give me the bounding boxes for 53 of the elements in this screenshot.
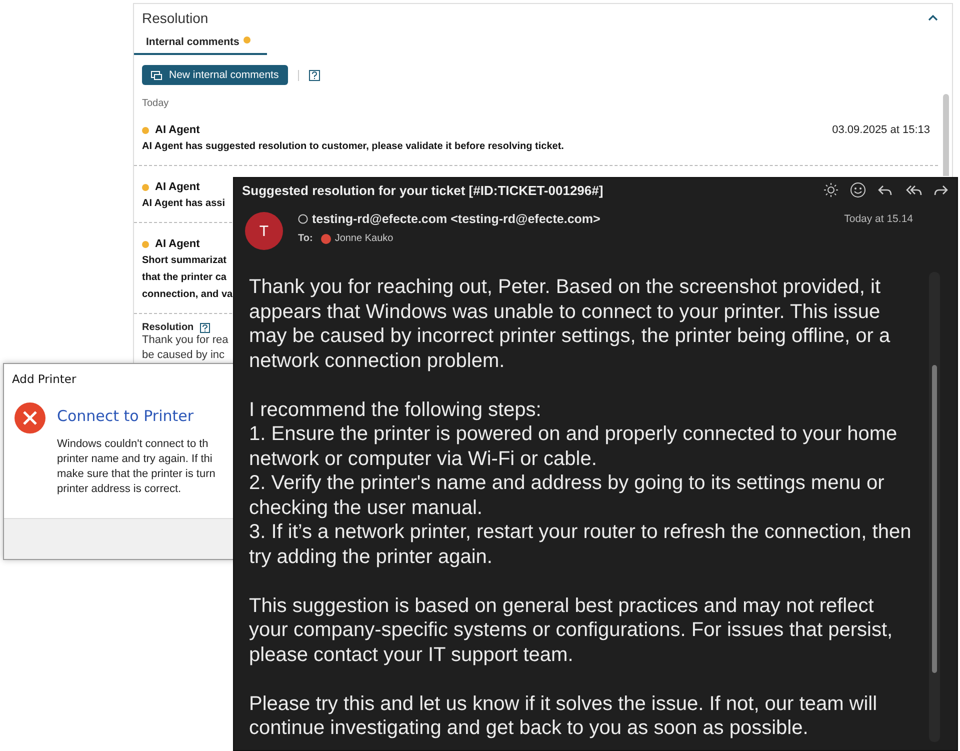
error-message: Windows couldn't connect to th <box>57 437 208 452</box>
comment-author: AI Agent <box>155 181 200 193</box>
error-icon <box>14 402 46 434</box>
status-dot-icon <box>142 126 149 134</box>
error-message: printer name and try again. If thi <box>57 452 212 467</box>
error-message: printer address is correct. <box>57 482 182 497</box>
comment-author: AI Agent <box>155 238 200 250</box>
field-label: Resolution <box>142 322 194 333</box>
sun-icon[interactable] <box>823 182 839 198</box>
reply-all-icon[interactable] <box>904 183 922 197</box>
email-subject: Suggested resolution for your ticket [#ID:TICKET-001296#] <box>242 182 604 198</box>
email-paragraph: 2. Verify the printer's name and address by going to its settings menu or checking the user manual. <box>249 471 886 520</box>
email-paragraph: 1. Ensure the printer is powered on and properly connected to your home network or computer via Wi-Fi or cable. <box>249 422 898 471</box>
dialog-title: Add Printer <box>11 371 78 388</box>
comments-icon <box>151 70 162 80</box>
section-label: Today <box>141 97 170 109</box>
forward-icon[interactable] <box>933 183 949 197</box>
sender-address: testing-rd@efecte.com <testing-rd@efecte.com> <box>312 212 600 226</box>
collapse-chevron-icon[interactable] <box>928 14 938 22</box>
resolution-text: be caused by inc <box>142 348 225 363</box>
status-dot-icon <box>142 240 149 248</box>
panel-title: Resolution <box>142 10 208 26</box>
tab[interactable]: Internal comments <box>134 33 268 55</box>
scrollbar[interactable] <box>943 94 949 176</box>
scrollbar[interactable] <box>929 272 940 742</box>
comment-time: 03.09.2025 at 15:13 <box>832 124 930 136</box>
comment-text: that the printer ca <box>142 271 226 285</box>
comment-text: AI Agent has assi <box>142 197 225 211</box>
to-label: To: <box>298 233 313 244</box>
email-time: Today at 15.14 <box>844 213 913 225</box>
help-icon[interactable] <box>200 322 210 332</box>
email-paragraph: Please try this and let us know if it solves the issue. If not, our team will continue investigating and get back to you as soon as possible. <box>249 692 878 740</box>
dialog-heading: Connect to Printer <box>57 406 195 425</box>
comment-text: connection, and va <box>142 288 233 302</box>
reply-icon[interactable] <box>877 183 893 197</box>
email-paragraph: 3. If it’s a network printer, restart your router to refresh the connection, then try adding the printer again. <box>249 520 912 569</box>
new-comment-button[interactable]: New internal comments <box>142 65 288 85</box>
recipient-name: Jonne Kauko <box>334 233 394 244</box>
email-paragraph: I recommend the following steps: <box>249 398 542 422</box>
comment-text: Short summarizat <box>142 254 226 268</box>
error-message: make sure that the printer is turn <box>57 467 216 482</box>
sender-avatar: T <box>245 212 283 250</box>
resolution-text: Thank you for rea <box>142 333 228 348</box>
unread-dot-icon <box>243 36 252 44</box>
email-paragraph: Thank you for reaching out, Peter. Based on the screenshot provided, it appears that Windows was unable to connect to your printer. This issue may be caused by incorrect printer settings, the printer being offline, or a network connection problem. <box>249 275 892 373</box>
contact-dot-icon <box>320 234 331 244</box>
help-icon[interactable] <box>308 70 320 80</box>
comment-text: AI Agent has suggested resolution to customer, please validate it before resolving ticket. <box>142 140 564 154</box>
comment-author: AI Agent <box>155 124 200 136</box>
email-paragraph: This suggestion is based on general best practices and may not reflect your company-specific systems or configurations. For issues that persist, please contact your IT support team. <box>249 594 894 667</box>
circle-icon <box>298 214 308 224</box>
smiley-icon[interactable] <box>850 182 866 198</box>
status-dot-icon <box>142 184 149 190</box>
